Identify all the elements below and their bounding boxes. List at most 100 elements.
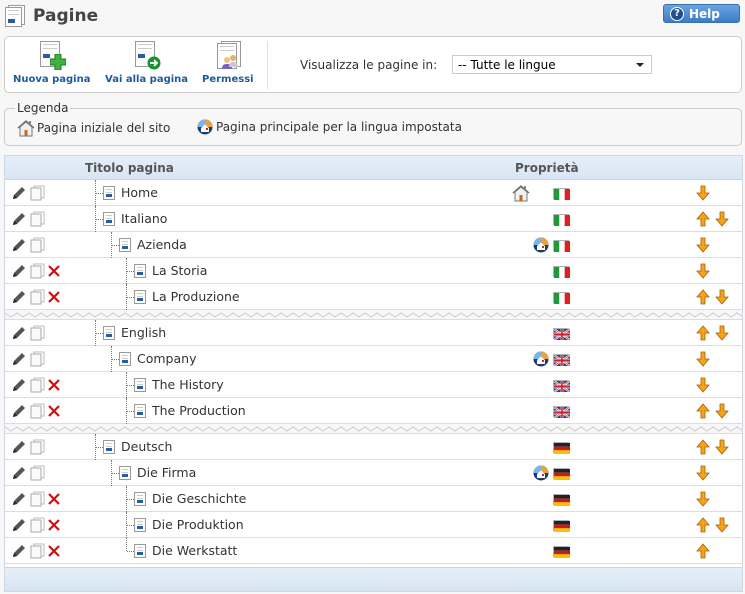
copy-page-icon[interactable] — [29, 377, 45, 393]
table-row[interactable]: Die Werkstatt — [5, 538, 742, 564]
table-row[interactable]: Die Produktion — [5, 512, 742, 538]
table-row[interactable]: Italiano — [5, 206, 742, 232]
edit-pencil-icon[interactable] — [11, 237, 27, 253]
row-actions — [11, 543, 65, 559]
move-down-arrow-icon[interactable] — [696, 263, 710, 279]
edit-pencil-icon[interactable] — [11, 377, 27, 393]
page-title-link[interactable]: Azienda — [137, 237, 187, 252]
edit-pencil-icon[interactable] — [11, 211, 27, 227]
delete-x-icon[interactable] — [47, 377, 63, 393]
edit-pencil-icon[interactable] — [11, 351, 27, 367]
page-title-link[interactable]: Die Werkstatt — [152, 543, 237, 558]
delete-x-icon[interactable] — [47, 543, 63, 559]
edit-pencil-icon[interactable] — [11, 491, 27, 507]
go-to-page-button[interactable]: Vai alla pagina — [105, 41, 188, 85]
page-icon — [134, 404, 146, 418]
delete-x-icon[interactable] — [47, 517, 63, 533]
move-down-arrow-icon[interactable] — [696, 351, 710, 367]
legend-title: Legenda — [15, 101, 71, 115]
move-down-arrow-icon[interactable] — [715, 517, 729, 533]
page-title-link[interactable]: The Production — [152, 403, 246, 418]
table-row[interactable]: Azienda — [5, 232, 742, 258]
move-down-arrow-icon[interactable] — [715, 211, 729, 227]
edit-pencil-icon[interactable] — [11, 465, 27, 481]
page-title-link[interactable]: La Storia — [152, 263, 207, 278]
copy-page-icon[interactable] — [29, 439, 45, 455]
copy-page-icon[interactable] — [29, 289, 45, 305]
table-row[interactable]: Company — [5, 346, 742, 372]
page-title-link[interactable]: Die Produktion — [152, 517, 244, 532]
table-row[interactable]: English — [5, 320, 742, 346]
edit-pencil-icon[interactable] — [11, 289, 27, 305]
copy-page-icon[interactable] — [29, 351, 45, 367]
move-up-arrow-icon[interactable] — [696, 325, 710, 341]
move-down-arrow-icon[interactable] — [696, 491, 710, 507]
move-up-arrow-icon[interactable] — [696, 517, 710, 533]
delete-x-icon[interactable] — [47, 263, 63, 279]
tree-connector — [96, 333, 103, 334]
edit-pencil-icon[interactable] — [11, 403, 27, 419]
new-page-button[interactable]: Nuova pagina — [13, 41, 90, 85]
language-filter-select[interactable]: -- Tutte le lingue — [452, 55, 652, 74]
chevron-down-icon — [636, 63, 644, 67]
page-title-link[interactable]: Die Firma — [137, 465, 196, 480]
copy-page-icon[interactable] — [29, 465, 45, 481]
edit-pencil-icon[interactable] — [11, 543, 27, 559]
permissions-label: Permessi — [202, 74, 254, 85]
table-row[interactable]: La Produzione — [5, 284, 742, 310]
copy-page-icon[interactable] — [29, 325, 45, 341]
page-title-link[interactable]: Home — [121, 185, 158, 200]
copy-page-icon[interactable] — [29, 491, 45, 507]
move-down-arrow-icon[interactable] — [715, 439, 729, 455]
table-row[interactable]: La Storia — [5, 258, 742, 284]
move-down-arrow-icon[interactable] — [696, 465, 710, 481]
table-row[interactable]: Die Firma — [5, 460, 742, 486]
edit-pencil-icon[interactable] — [11, 517, 27, 533]
page-title-link[interactable]: Italiano — [121, 211, 167, 226]
delete-x-icon[interactable] — [47, 403, 63, 419]
page-icon — [119, 352, 131, 366]
page-title-link[interactable]: Company — [137, 351, 196, 366]
help-button[interactable]: ? Help — [663, 4, 740, 23]
permissions-button[interactable]: Permessi — [202, 41, 254, 85]
move-down-arrow-icon[interactable] — [715, 325, 729, 341]
table-row[interactable]: Deutsch — [5, 434, 742, 460]
delete-x-icon[interactable] — [47, 491, 63, 507]
move-up-arrow-icon[interactable] — [696, 403, 710, 419]
copy-page-icon[interactable] — [29, 543, 45, 559]
tree-connector — [112, 473, 119, 474]
move-down-arrow-icon[interactable] — [715, 403, 729, 419]
edit-pencil-icon[interactable] — [11, 325, 27, 341]
move-down-arrow-icon[interactable] — [696, 377, 710, 393]
edit-pencil-icon[interactable] — [11, 185, 27, 201]
page-title-link[interactable]: Deutsch — [121, 439, 172, 454]
move-up-arrow-icon[interactable] — [696, 211, 710, 227]
copy-page-icon[interactable] — [29, 517, 45, 533]
page-title-link[interactable]: La Produzione — [152, 289, 240, 304]
table-row[interactable]: The Production — [5, 398, 742, 424]
table-row[interactable]: The History — [5, 372, 742, 398]
copy-page-icon[interactable] — [29, 237, 45, 253]
move-up-arrow-icon[interactable] — [696, 543, 710, 559]
move-down-arrow-icon[interactable] — [696, 237, 710, 253]
copy-page-icon[interactable] — [29, 185, 45, 201]
tree-connector — [127, 297, 134, 298]
page-title-link[interactable]: English — [121, 325, 166, 340]
move-up-arrow-icon[interactable] — [696, 439, 710, 455]
copy-page-icon[interactable] — [29, 403, 45, 419]
tree-connector — [112, 359, 119, 360]
copy-page-icon[interactable] — [29, 263, 45, 279]
page-title-link[interactable]: The History — [152, 377, 224, 392]
move-up-arrow-icon[interactable] — [696, 289, 710, 305]
move-down-arrow-icon[interactable] — [696, 185, 710, 201]
delete-x-icon[interactable] — [47, 289, 63, 305]
table-row[interactable]: Die Geschichte — [5, 486, 742, 512]
page-title-link[interactable]: Die Geschichte — [152, 491, 246, 506]
table-row[interactable]: Home — [5, 180, 742, 206]
copy-page-icon[interactable] — [29, 211, 45, 227]
edit-pencil-icon[interactable] — [11, 439, 27, 455]
page-icon — [134, 544, 146, 558]
flag-de-icon — [553, 546, 570, 558]
edit-pencil-icon[interactable] — [11, 263, 27, 279]
move-down-arrow-icon[interactable] — [715, 289, 729, 305]
